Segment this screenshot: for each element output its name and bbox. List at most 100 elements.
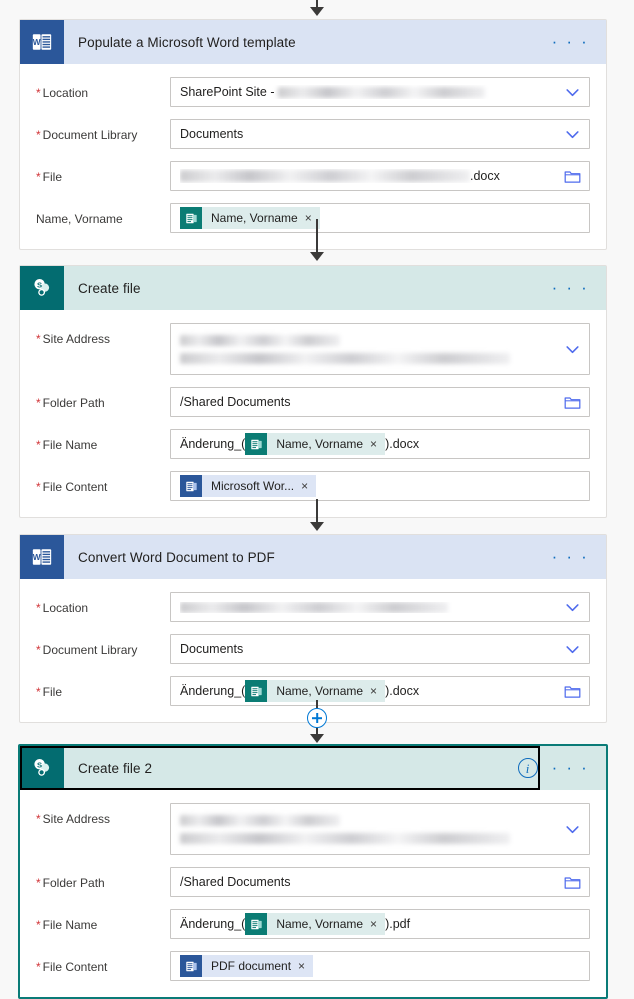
file-name-input[interactable]: Änderung_( Name, Vorname × ).docx xyxy=(170,429,590,459)
folder-icon[interactable] xyxy=(556,684,581,699)
folder-icon[interactable] xyxy=(556,875,581,890)
field-value: /Shared Documents xyxy=(180,875,556,889)
dynamic-content-token[interactable]: Name, Vorname × xyxy=(180,207,320,229)
card-body: * Location SharePoint Site - * Document … xyxy=(20,64,606,249)
folder-path-input[interactable]: /Shared Documents xyxy=(170,387,590,417)
file-prefix: Änderung_( xyxy=(180,684,246,698)
insert-step-button[interactable] xyxy=(307,708,327,728)
file-content-input[interactable]: Microsoft Wor... × xyxy=(170,471,590,501)
document-library-dropdown[interactable]: Documents xyxy=(170,119,590,149)
field-label: * File Content xyxy=(36,471,170,495)
remove-token-icon[interactable]: × xyxy=(298,959,313,973)
file-picker[interactable]: .docx xyxy=(170,161,590,191)
field-value: PDF document × xyxy=(180,955,581,977)
card-header[interactable]: S Create file 2 i · · · xyxy=(20,746,606,790)
svg-text:S: S xyxy=(37,760,42,769)
location-dropdown[interactable]: SharePoint Site - xyxy=(170,77,590,107)
redacted-text xyxy=(180,334,340,346)
action-card-populate-word-template[interactable]: W Populate a Microsoft Word template · ·… xyxy=(19,19,607,250)
word-icon: W xyxy=(20,535,64,579)
info-icon[interactable]: i xyxy=(517,758,538,778)
field-label-text: Location xyxy=(42,601,89,615)
required-marker: * xyxy=(36,86,41,100)
more-options-icon[interactable]: · · · xyxy=(552,33,589,50)
field-value xyxy=(180,814,556,844)
field-label-text: File Name xyxy=(42,918,98,932)
chevron-down-icon[interactable] xyxy=(556,599,581,616)
field-row-folder-path: * Folder Path /Shared Documents xyxy=(36,387,590,417)
action-card-create-file[interactable]: S Create file · · · * Site Address * Fol… xyxy=(19,265,607,518)
redacted-text xyxy=(180,601,448,613)
more-options-icon[interactable]: · · · xyxy=(552,759,589,776)
field-label: * Site Address xyxy=(36,323,170,347)
field-row-file-name: * File Name Änderung_( Name, Vorname ×)… xyxy=(36,909,590,939)
field-label: * Document Library xyxy=(36,634,170,658)
field-label: Name, Vorname xyxy=(36,203,170,227)
card-header[interactable]: W Populate a Microsoft Word template · ·… xyxy=(20,20,606,64)
location-dropdown[interactable] xyxy=(170,592,590,622)
file-content-input[interactable]: PDF document × xyxy=(170,951,590,981)
remove-token-icon[interactable]: × xyxy=(370,437,385,451)
field-label: * File Name xyxy=(36,909,170,933)
action-card-create-file-2[interactable]: S Create file 2 i · · · * Site Address *… xyxy=(18,744,608,999)
field-label-text: File xyxy=(42,685,63,699)
required-marker: * xyxy=(36,876,41,890)
required-marker: * xyxy=(36,170,41,184)
more-options-icon[interactable]: · · · xyxy=(552,548,589,565)
remove-token-icon[interactable]: × xyxy=(305,211,320,225)
card-header-actions: i · · · xyxy=(517,758,606,778)
field-value xyxy=(180,334,556,364)
dynamic-content-token[interactable]: Name, Vorname × xyxy=(245,680,386,702)
required-marker: * xyxy=(36,396,41,410)
remove-token-icon[interactable]: × xyxy=(301,479,316,493)
field-label-text: Site Address xyxy=(42,812,111,826)
arrow-down-icon xyxy=(310,734,324,743)
document-library-dropdown[interactable]: Documents xyxy=(170,634,590,664)
field-row-document-library: * Document Library Documents xyxy=(36,634,590,664)
action-card-convert-word-to-pdf[interactable]: W Convert Word Document to PDF · · · * L… xyxy=(19,534,607,723)
card-body: * Site Address * Folder Path /Shared Doc… xyxy=(20,310,606,517)
card-header[interactable]: W Convert Word Document to PDF · · · xyxy=(20,535,606,579)
name-vorname-input[interactable]: Name, Vorname × xyxy=(170,203,590,233)
field-value: Änderung_( Name, Vorname × ).pdf xyxy=(180,913,581,935)
field-row-file-content: * File Content PDF document × xyxy=(36,951,590,981)
chevron-down-icon[interactable] xyxy=(556,641,581,658)
field-label-text: Site Address xyxy=(42,332,111,346)
folder-path-input[interactable]: /Shared Documents xyxy=(170,867,590,897)
field-value: Änderung_( Name, Vorname × ).docx xyxy=(180,433,581,455)
file-suffix: ).docx xyxy=(385,684,420,698)
field-row-document-library: * Document Library Documents xyxy=(36,119,590,149)
chevron-down-icon[interactable] xyxy=(556,821,581,838)
card-header-actions: · · · xyxy=(552,548,606,565)
dynamic-content-token[interactable]: Name, Vorname × xyxy=(245,913,386,935)
card-header[interactable]: S Create file · · · xyxy=(20,266,606,310)
field-label: * Site Address xyxy=(36,803,170,827)
office-token-icon xyxy=(245,433,268,455)
dynamic-content-token[interactable]: Microsoft Wor... × xyxy=(180,475,317,497)
site-address-dropdown[interactable] xyxy=(170,323,590,375)
chevron-down-icon[interactable] xyxy=(556,341,581,358)
connector-line xyxy=(316,728,318,735)
remove-token-icon[interactable]: × xyxy=(370,917,385,931)
flow-designer-canvas: W Populate a Microsoft Word template · ·… xyxy=(0,0,634,999)
redacted-text xyxy=(180,814,340,826)
dynamic-content-token[interactable]: PDF document × xyxy=(180,955,314,977)
field-label-text: File xyxy=(42,170,63,184)
field-row-location: * Location xyxy=(36,592,590,622)
dynamic-content-token[interactable]: Name, Vorname × xyxy=(245,433,386,455)
folder-icon[interactable] xyxy=(556,169,581,184)
remove-token-icon[interactable]: × xyxy=(370,684,385,698)
field-label-text: File Name xyxy=(42,438,98,452)
file-picker[interactable]: Änderung_( Name, Vorname × ).docx xyxy=(170,676,590,706)
folder-icon[interactable] xyxy=(556,395,581,410)
chevron-down-icon[interactable] xyxy=(556,84,581,101)
field-label: * Folder Path xyxy=(36,867,170,891)
card-header-actions: · · · xyxy=(552,279,606,296)
arrow-down-icon xyxy=(310,522,324,531)
word-token-icon xyxy=(180,475,202,497)
field-row-site-address: * Site Address xyxy=(36,323,590,375)
more-options-icon[interactable]: · · · xyxy=(552,279,589,296)
chevron-down-icon[interactable] xyxy=(556,126,581,143)
file-name-input[interactable]: Änderung_( Name, Vorname × ).pdf xyxy=(170,909,590,939)
site-address-dropdown[interactable] xyxy=(170,803,590,855)
